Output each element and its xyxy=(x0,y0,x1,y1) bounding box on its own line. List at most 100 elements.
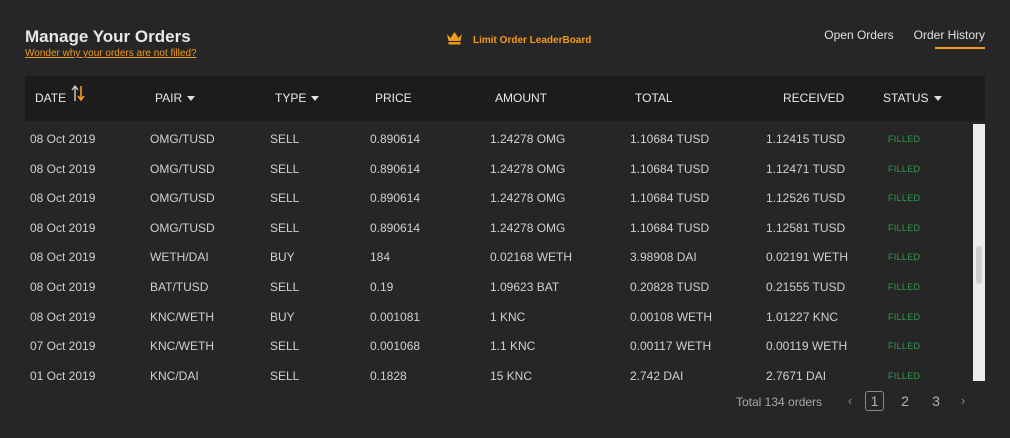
status-badge: FILLED xyxy=(888,252,921,263)
page-title: Manage Your Orders xyxy=(25,27,191,46)
order-amount: 1.09623 BAT xyxy=(490,280,560,294)
order-date: 08 Oct 2019 xyxy=(30,132,96,146)
order-pair: KNC/WETH xyxy=(150,309,214,324)
order-amount: 1.24278 OMG xyxy=(490,161,566,176)
leaderboard-link[interactable]: Limit Order LeaderBoard xyxy=(446,31,591,50)
order-total: 1.10684 TUSD xyxy=(630,132,710,146)
unfilled-orders-help-link[interactable]: Wonder why your orders are not filled? xyxy=(25,48,197,59)
status-badge: FILLED xyxy=(888,341,921,352)
order-total: 1.10684 TUSD xyxy=(630,191,710,206)
order-type: SELL xyxy=(270,220,300,235)
order-date: 08 Oct 2019 xyxy=(30,191,96,206)
order-total: 1.10684 TUSD xyxy=(630,161,710,176)
chevron-down-icon xyxy=(311,96,320,101)
status-badge: FILLED xyxy=(888,222,921,233)
column-status-label: STATUS xyxy=(883,91,929,105)
order-pair: OMG/TUSD xyxy=(150,161,215,176)
chevron-down-icon xyxy=(933,96,942,101)
order-received: 0.21555 TUSD xyxy=(766,280,846,294)
order-total: 0.20828 TUSD xyxy=(630,280,710,294)
order-price: 0.890614 xyxy=(370,132,421,146)
order-received: 0.00119 WETH xyxy=(766,339,848,354)
table-row: 01 Oct 2019 KNC/DAI SELL 0.1828 15 KNC 2… xyxy=(25,361,970,381)
chevron-down-icon xyxy=(187,96,196,101)
order-received: 1.12471 TUSD xyxy=(766,161,846,176)
order-type: SELL xyxy=(270,161,300,176)
order-amount: 1.24278 OMG xyxy=(490,191,566,206)
order-amount: 1 KNC xyxy=(490,309,526,324)
page-button-2[interactable]: 2 xyxy=(896,390,914,412)
orders-table-body: 08 Oct 2019 OMG/TUSD SELL 0.890614 1.242… xyxy=(25,124,985,381)
orders-page: Manage Your Orders Wonder why your order… xyxy=(0,0,1010,438)
order-pair: OMG/TUSD xyxy=(150,220,215,235)
order-type: SELL xyxy=(270,191,300,206)
order-pair: WETH/DAI xyxy=(150,250,209,265)
prev-page-button[interactable]: ‹ xyxy=(845,390,855,412)
order-received: 1.12526 TUSD xyxy=(766,191,846,206)
order-tabs: Open Orders Order History xyxy=(824,28,986,49)
order-received: 1.12581 TUSD xyxy=(766,220,846,235)
order-pair: OMG/TUSD xyxy=(150,132,215,146)
order-pair: OMG/TUSD xyxy=(150,191,215,206)
order-pair: KNC/WETH xyxy=(150,339,214,354)
column-type-label: TYPE xyxy=(275,91,307,105)
order-received: 1.12415 TUSD xyxy=(766,132,846,146)
sort-icon[interactable] xyxy=(71,76,85,121)
order-total: 1.10684 TUSD xyxy=(630,220,710,235)
order-amount: 1.1 KNC xyxy=(490,339,536,354)
order-type: SELL xyxy=(270,280,300,294)
column-amount-header: AMOUNT xyxy=(495,91,547,105)
next-page-button[interactable]: › xyxy=(958,390,968,412)
order-type: BUY xyxy=(270,250,295,265)
table-scrollbar[interactable] xyxy=(973,124,985,381)
column-date-label: DATE xyxy=(35,91,67,105)
scrollbar-thumb[interactable] xyxy=(976,246,982,284)
column-pair-header[interactable]: PAIR xyxy=(155,76,196,121)
order-date: 08 Oct 2019 xyxy=(30,309,96,324)
status-badge: FILLED xyxy=(888,311,921,322)
order-date: 08 Oct 2019 xyxy=(30,220,96,235)
order-type: SELL xyxy=(270,339,300,354)
page-button-1[interactable]: 1 xyxy=(865,391,884,411)
order-received: 2.7671 DAI xyxy=(766,368,827,381)
order-amount: 0.02168 WETH xyxy=(490,250,573,265)
column-type-header[interactable]: TYPE xyxy=(275,76,320,121)
page-button-3[interactable]: 3 xyxy=(927,390,945,412)
order-price: 0.890614 xyxy=(370,191,421,206)
order-date: 08 Oct 2019 xyxy=(30,280,96,294)
status-badge: FILLED xyxy=(888,134,921,144)
table-row: 08 Oct 2019 BAT/TUSD SELL 0.19 1.09623 B… xyxy=(25,272,970,302)
order-price: 0.19 xyxy=(370,280,394,294)
tab-order-history[interactable]: Order History xyxy=(914,28,986,49)
status-badge: FILLED xyxy=(888,163,921,174)
order-date: 01 Oct 2019 xyxy=(30,368,96,381)
order-pair: KNC/DAI xyxy=(150,368,199,381)
order-price: 0.001068 xyxy=(370,339,421,354)
table-row: 08 Oct 2019 WETH/DAI BUY 184 0.02168 WET… xyxy=(25,242,970,272)
order-total: 0.00117 WETH xyxy=(630,339,712,354)
leaderboard-label: Limit Order LeaderBoard xyxy=(473,35,592,46)
order-amount: 1.24278 OMG xyxy=(490,220,566,235)
status-badge: FILLED xyxy=(888,282,921,292)
column-pair-label: PAIR xyxy=(155,91,183,105)
status-badge: FILLED xyxy=(888,193,921,204)
order-total: 3.98908 DAI xyxy=(630,250,697,265)
order-total: 0.00108 WETH xyxy=(630,309,713,324)
order-date: 08 Oct 2019 xyxy=(30,250,96,265)
order-price: 0.890614 xyxy=(370,161,421,176)
order-received: 0.02191 WETH xyxy=(766,250,849,265)
order-type: BUY xyxy=(270,309,295,324)
crown-icon xyxy=(446,31,463,50)
table-row: 08 Oct 2019 OMG/TUSD SELL 0.890614 1.242… xyxy=(25,124,970,154)
orders-table-header: DATE PAIR TYPE PRICE AMOUNT TOTAL RECEIV… xyxy=(25,76,985,121)
order-amount: 15 KNC xyxy=(490,368,533,381)
order-type: SELL xyxy=(270,368,300,381)
tab-open-orders[interactable]: Open Orders xyxy=(824,28,893,48)
table-row: 08 Oct 2019 KNC/WETH BUY 0.001081 1 KNC … xyxy=(25,302,970,332)
order-date: 08 Oct 2019 xyxy=(30,161,96,176)
column-status-header[interactable]: STATUS xyxy=(883,76,942,121)
order-total: 2.742 DAI xyxy=(630,368,684,381)
table-row: 08 Oct 2019 OMG/TUSD SELL 0.890614 1.242… xyxy=(25,154,970,184)
column-date-header[interactable]: DATE xyxy=(35,76,85,121)
order-price: 184 xyxy=(370,250,391,265)
